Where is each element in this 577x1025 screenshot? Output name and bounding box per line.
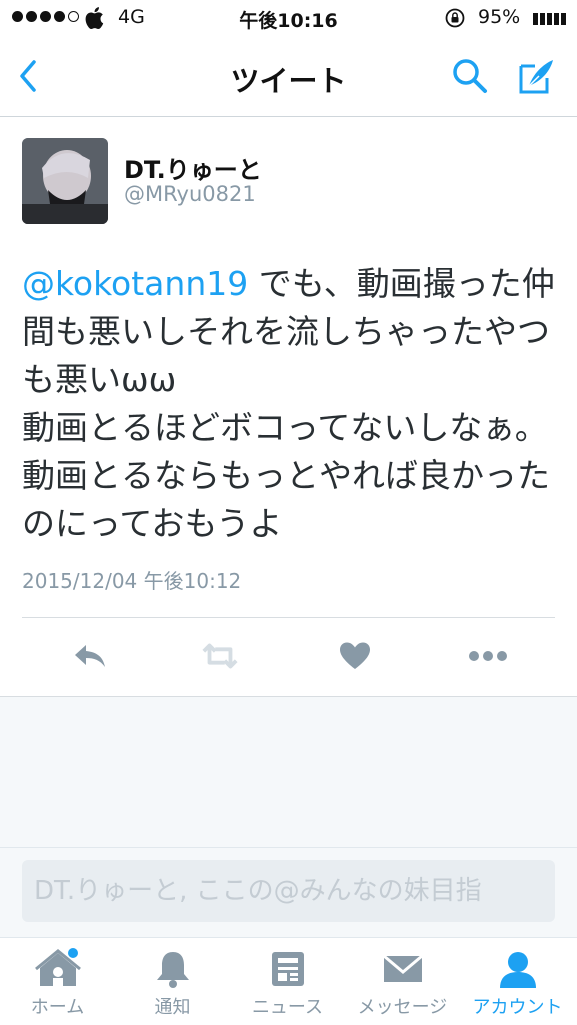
- battery-icon: [533, 13, 566, 25]
- envelope-icon: [382, 954, 423, 982]
- tab-label: 通知: [154, 997, 191, 1018]
- battery-percentage: 95%: [478, 6, 521, 28]
- empty-replies-area: [0, 697, 577, 847]
- more-icon: [469, 651, 507, 661]
- tweet-author-handle[interactable]: @MRyu0821: [124, 182, 256, 206]
- reply-input[interactable]: [22, 860, 555, 922]
- bell-icon: [156, 952, 189, 988]
- tab-home[interactable]: ホーム: [0, 938, 115, 1025]
- profile-photo: [22, 138, 108, 224]
- news-icon: [271, 952, 304, 986]
- tweet-timestamp: 2015/12/04 午後10:12: [22, 569, 242, 593]
- mention-link[interactable]: @kokotann19: [22, 264, 248, 303]
- navigation-bar: ツイート: [0, 36, 577, 117]
- home-icon: [34, 948, 81, 986]
- tab-label: ホーム: [30, 997, 85, 1018]
- tab-notifications[interactable]: 通知: [115, 938, 230, 1025]
- tweet-body: でも、動画撮った仲間も悪いしそれを流しちゃったやつも悪いωω 動画とるほどボコっ…: [22, 264, 555, 543]
- tab-messages[interactable]: メッセージ: [345, 938, 460, 1025]
- page-title: ツイート: [230, 64, 347, 98]
- tab-label: ニュース: [251, 997, 324, 1018]
- compose-tweet-icon[interactable]: [515, 56, 557, 98]
- divider: [22, 617, 555, 618]
- retweet-button[interactable]: [200, 636, 240, 676]
- retweet-icon: [202, 643, 238, 669]
- status-bar: 4G 午後10:16 95%: [0, 0, 577, 36]
- tab-label: アカウント: [472, 997, 563, 1018]
- search-icon[interactable]: [450, 56, 490, 96]
- orientation-lock-icon: [445, 8, 465, 28]
- tab-bar: ホーム 通知 ニュース メッセージ アカウント: [0, 937, 577, 1025]
- tab-account[interactable]: アカウント: [460, 938, 575, 1025]
- tweet-author-name[interactable]: DT.りゅーと: [124, 150, 262, 185]
- reply-button[interactable]: [70, 636, 110, 676]
- person-icon: [499, 952, 536, 988]
- more-button[interactable]: [468, 636, 508, 676]
- like-button[interactable]: [335, 636, 375, 676]
- tab-label: メッセージ: [357, 997, 448, 1018]
- reply-icon: [75, 645, 105, 667]
- tab-news[interactable]: ニュース: [230, 938, 345, 1025]
- avatar[interactable]: [22, 138, 108, 224]
- tweet-text: @kokotann19 でも、動画撮った仲間も悪いしそれを流しちゃったやつも悪い…: [22, 260, 562, 548]
- heart-icon: [340, 642, 370, 669]
